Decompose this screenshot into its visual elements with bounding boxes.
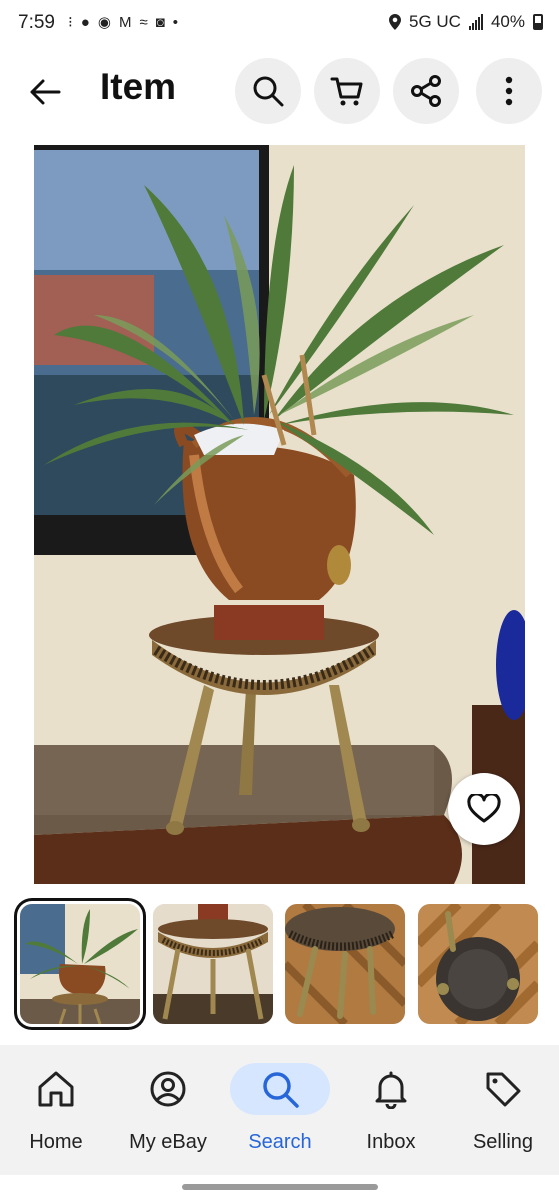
nav-search[interactable]: Search [224,1059,336,1169]
nav-search-label: Search [248,1131,312,1153]
back-button[interactable] [20,70,70,114]
nav-search-pill [230,1063,330,1115]
network-label: 5G UC [409,12,461,31]
app-notification-icon: ◉ [97,14,111,31]
cart-icon [330,77,363,106]
search-icon [263,1072,299,1108]
home-indicator[interactable] [182,1184,378,1190]
location-icon [389,14,401,30]
thumbnail-2[interactable] [153,904,273,1024]
dual-dot-icon: ⁝ [68,14,73,31]
nav-home[interactable]: Home [0,1059,112,1169]
battery-label: 40% [490,12,525,31]
status-bar: 7:59 ⁝ ● ◉ M ≈ ◙ • 5G UC 40% [0,0,559,50]
thumbnail-stand-bottom [418,904,538,1024]
nav-inbox[interactable]: Inbox [335,1059,447,1169]
product-photo [34,145,525,884]
app-bar: Item [0,52,559,132]
image-thumbnail-strip [0,898,559,1032]
thumbnail-4[interactable] [418,904,538,1024]
account-icon [150,1071,186,1107]
nav-selling-pill [453,1063,553,1115]
heart-icon [467,794,501,823]
account-circle-icon: ● [80,14,90,31]
notification-icons: ⁝ ● ◉ M ≈ ◙ • [68,14,178,32]
nav-my-ebay-pill [118,1063,218,1115]
signal-icon [468,14,483,30]
main-product-image[interactable] [34,145,525,884]
tag-icon [486,1072,521,1107]
nav-selling[interactable]: Selling [447,1059,559,1169]
page-title: Item [100,66,177,107]
watch-favorite-button[interactable] [448,773,520,845]
thumbnail-3[interactable] [285,904,405,1024]
nav-inbox-label: Inbox [366,1131,416,1153]
search-button[interactable] [235,58,301,124]
bottom-navigation: Home My eBay Search Inbox Selling [0,1045,559,1175]
cart-button[interactable] [314,58,380,124]
mail-icon: M [118,14,132,31]
nav-inbox-pill [341,1063,441,1115]
nav-home-pill [6,1063,106,1115]
more-options-button[interactable] [476,58,542,124]
bell-icon [375,1071,407,1109]
more-vertical-icon [505,76,513,106]
status-right: 5G UC 40% [389,12,543,32]
instagram-icon: ◙ [155,14,165,31]
status-time: 7:59 [18,12,55,33]
thumbnail-stand-underside [285,904,405,1024]
nav-my-ebay[interactable]: My eBay [112,1059,224,1169]
thumbnail-stand-side [153,904,273,1024]
share-icon [411,75,441,107]
thumbnail-1[interactable] [20,904,140,1024]
share-button[interactable] [393,58,459,124]
nav-home-label: Home [29,1131,83,1153]
arrow-left-icon [30,79,61,105]
nav-my-ebay-label: My eBay [129,1131,207,1153]
more-notifications-dot-icon: • [172,14,178,31]
search-icon [253,76,284,107]
home-icon [38,1071,74,1107]
battery-icon [533,14,543,30]
signal-app-icon: ≈ [139,14,148,31]
thumbnail-plant-on-stand [20,904,140,1024]
nav-selling-label: Selling [472,1131,534,1153]
